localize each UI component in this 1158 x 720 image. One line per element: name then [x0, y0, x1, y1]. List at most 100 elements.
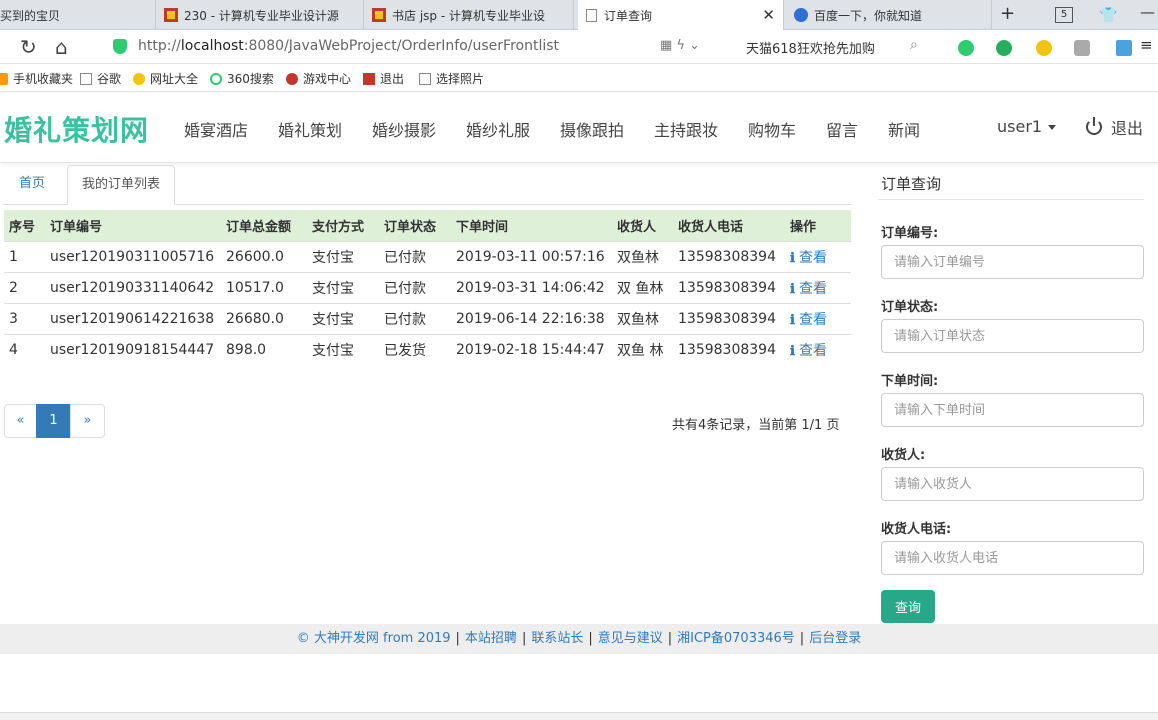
cell-index: 3 [4, 302, 45, 334]
browser-tab[interactable]: 书店 jsp - 计算机专业毕业设 [364, 0, 574, 30]
column-header: 收货人电话 [673, 210, 785, 241]
table-row: 3 user120190614221638 26680.0 支付宝 已付款 20… [4, 302, 851, 334]
order-time-label: 下单时间: [881, 374, 939, 389]
coin-icon[interactable] [1036, 40, 1052, 56]
logout-button[interactable]: 退出 [1086, 115, 1143, 139]
receiver-phone-input[interactable] [881, 541, 1144, 575]
bookmark-item[interactable]: 谷歌 [80, 70, 121, 87]
tab-count-badge[interactable]: 5 [1055, 7, 1073, 23]
nav-item-planning[interactable]: 婚礼策划 [278, 117, 342, 141]
cell-order-no: user120190331140642 [45, 271, 221, 303]
address-tools-icon[interactable]: ▦ ϟ ⌄ [660, 38, 700, 53]
site-favicon-icon [164, 8, 178, 22]
home-icon[interactable]: ⌂ [55, 36, 68, 58]
cell-receiver: 双鱼林 [612, 302, 673, 334]
nav-item-cart[interactable]: 购物车 [748, 117, 796, 141]
page-1-button[interactable]: 1 [36, 404, 71, 438]
minimize-icon[interactable]: — [1140, 3, 1155, 21]
nav-item-video[interactable]: 摄像跟拍 [560, 117, 624, 141]
tab-home[interactable]: 首页 [5, 165, 59, 205]
table-row: 1 user120190311005716 26600.0 支付宝 已付款 20… [4, 240, 851, 272]
globe-icon [133, 72, 145, 85]
bookmark-item[interactable]: 网址大全 [133, 70, 198, 87]
cell-order-time: 2019-06-14 22:16:38 [451, 302, 612, 334]
promo-search[interactable]: 天猫618狂欢抢先加购 [746, 38, 875, 57]
bookmark-label: 360搜索 [227, 72, 274, 86]
view-link[interactable]: ℹ 查看 [790, 343, 827, 359]
caret-down-icon [1048, 125, 1057, 130]
nav-item-message[interactable]: 留言 [826, 117, 858, 141]
bookmark-item[interactable]: 退出 [363, 70, 404, 87]
nav-item-dress[interactable]: 婚纱礼服 [466, 117, 530, 141]
query-button[interactable]: 查询 [881, 590, 935, 623]
next-page-button[interactable]: » [70, 404, 105, 438]
baidu-icon [794, 8, 808, 22]
bookmark-label: 网址大全 [150, 72, 199, 86]
bookmark-item[interactable]: 游戏中心 [286, 70, 351, 87]
column-header: 订单状态 [379, 210, 451, 241]
order-time-input[interactable] [881, 393, 1144, 427]
view-link[interactable]: ℹ 查看 [790, 250, 827, 266]
bookmark-label: 退出 [380, 72, 405, 86]
order-status-input[interactable] [881, 319, 1144, 353]
footer-link-jobs[interactable]: 本站招聘 [465, 631, 517, 646]
nav-item-news[interactable]: 新闻 [888, 117, 920, 141]
table-row: 2 user120190331140642 10517.0 支付宝 已付款 20… [4, 271, 851, 303]
site-logo[interactable]: 婚礼策划网 [4, 109, 149, 149]
translate-icon[interactable] [996, 40, 1012, 56]
browser-tab[interactable]: 230 - 计算机专业毕业设计源 [156, 0, 364, 30]
prev-page-button[interactable]: « [4, 404, 37, 438]
nav-item-host-makeup[interactable]: 主持跟妆 [654, 117, 718, 141]
order-no-input[interactable] [881, 245, 1144, 279]
cell-action: ℹ 查看 [785, 271, 851, 303]
footer-link-icp[interactable]: 湘ICP备0703346号 [677, 631, 795, 646]
nav-item-hotel[interactable]: 婚宴酒店 [184, 117, 248, 141]
cell-payment: 支付宝 [307, 271, 379, 303]
apps-icon[interactable] [1116, 40, 1132, 56]
close-icon[interactable]: ✕ [762, 6, 775, 24]
footer-link-contact[interactable]: 联系站长 [531, 631, 583, 646]
column-header: 操作 [785, 210, 851, 241]
browser-tab[interactable]: 百度一下，你就知道 [786, 0, 992, 30]
cell-status: 已发货 [379, 333, 451, 365]
column-header: 序号 [4, 210, 45, 241]
page-icon [419, 72, 431, 85]
bookmark-item[interactable]: 选择照片 [419, 70, 484, 87]
search-panel-title: 订单查询 [881, 175, 942, 193]
tab-my-orders[interactable]: 我的订单列表 [67, 165, 176, 205]
shirt-icon[interactable]: 👕 [1099, 6, 1118, 24]
bookmark-item[interactable]: 360搜索 [210, 70, 274, 87]
footer-link-admin-login[interactable]: 后台登录 [809, 631, 861, 646]
cell-phone: 13598308394 [673, 302, 785, 334]
copyright-link[interactable]: © 大神开发网 from 2019 [297, 631, 451, 646]
receiver-input[interactable] [881, 467, 1144, 501]
scissors-icon[interactable] [958, 40, 974, 56]
browser-tab-active[interactable]: 订单查询 ✕ [578, 0, 784, 31]
info-icon: ℹ [790, 312, 795, 328]
view-link[interactable]: ℹ 查看 [790, 312, 827, 328]
cell-order-time: 2019-03-31 14:06:42 [451, 271, 612, 303]
browser-tab[interactable]: 买到的宝贝 [0, 0, 156, 30]
search-icon[interactable]: ⌕ [910, 37, 918, 53]
view-link[interactable]: ℹ 查看 [790, 281, 827, 297]
power-icon [1086, 117, 1102, 135]
new-tab-icon[interactable]: + [1000, 3, 1015, 24]
cell-amount: 898.0 [221, 333, 307, 365]
phone-icon [0, 72, 8, 85]
url-field[interactable]: http://localhost:8080/JavaWebProject/Ord… [138, 38, 559, 54]
footer-link-feedback[interactable]: 意见与建议 [598, 631, 663, 646]
bookmark-label: 手机收藏夹 [13, 72, 74, 86]
menu-icon[interactable]: ≡ [1140, 36, 1153, 54]
order-status-label: 订单状态: [881, 300, 939, 315]
user-dropdown[interactable]: user1 [997, 117, 1057, 136]
reload-icon[interactable]: ↻ [20, 36, 37, 58]
nav-item-photography[interactable]: 婚纱摄影 [372, 117, 436, 141]
pagination: « 1 » [4, 404, 105, 438]
column-header: 订单总金额 [221, 210, 307, 241]
bookmark-item[interactable]: 手机收藏夹 [0, 70, 73, 87]
cell-receiver: 双 鱼林 [612, 271, 673, 303]
browser-status-bar [0, 712, 1158, 720]
receiver-phone-label: 收货人电话: [881, 522, 952, 537]
image-icon[interactable] [1074, 40, 1090, 56]
record-summary: 共有4条记录，当前第 1/1 页 [672, 418, 840, 433]
